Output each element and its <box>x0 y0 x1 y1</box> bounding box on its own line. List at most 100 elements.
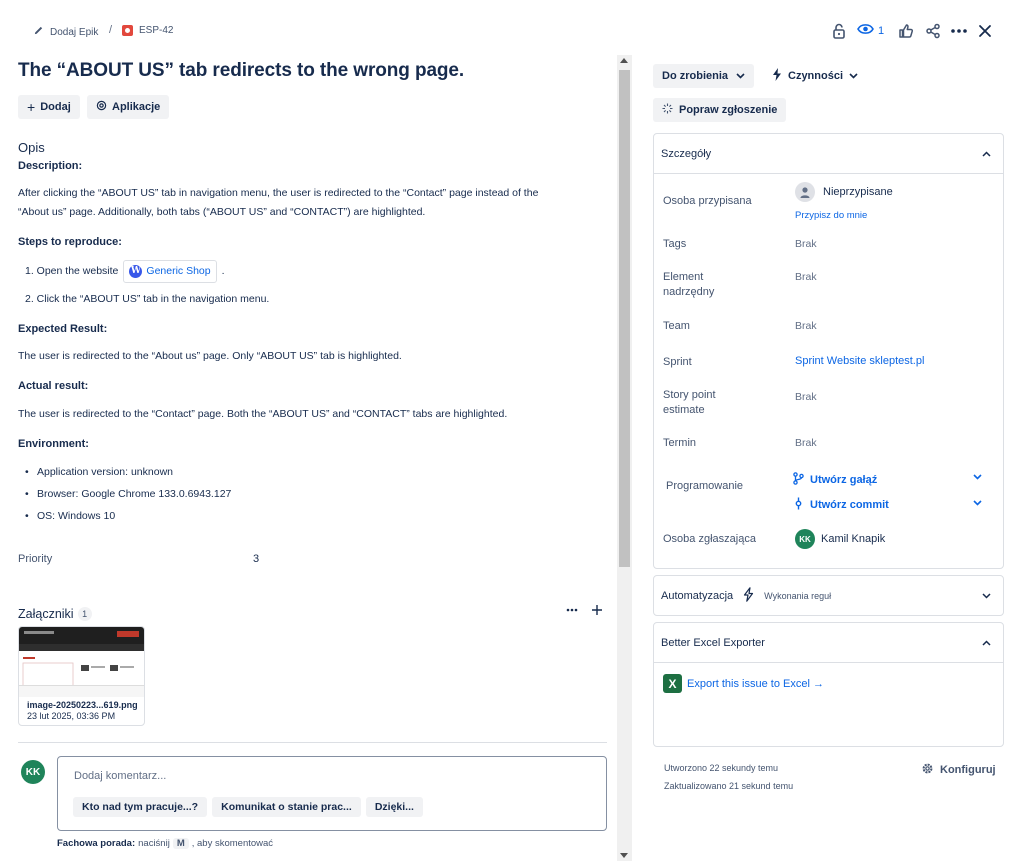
step-1-suffix: . <box>221 265 225 277</box>
step-2: 2. Click the “ABOUT US” tab in the navig… <box>25 293 270 305</box>
thumbs-up-icon[interactable] <box>895 20 917 42</box>
status-dropdown[interactable]: Do zrobienia <box>653 64 755 88</box>
comment-placeholder: Dodaj komentarz... <box>74 770 167 782</box>
scroll-up-arrow-icon[interactable] <box>620 58 628 63</box>
issue-title[interactable]: The “ABOUT US” tab redirects to the wron… <box>18 60 464 82</box>
apps-button[interactable]: Aplikacje <box>87 95 170 119</box>
wordpress-icon: W <box>129 265 143 278</box>
chevron-down-icon[interactable] <box>973 472 982 483</box>
watch-count: 1 <box>878 24 885 37</box>
issue-key-label: ESP-42 <box>139 25 174 36</box>
description-heading: Opis <box>18 140 45 155</box>
tags-label: Tags <box>663 238 687 250</box>
reporter-name: Kamil Knapik <box>821 533 886 545</box>
chevron-down-icon <box>849 70 858 82</box>
parent-label-line-1: Element <box>663 271 704 283</box>
story-points-label: Story point estimate <box>663 388 716 418</box>
lightning-outline-icon <box>743 586 754 605</box>
tip-post: , aby skomentować <box>191 838 274 849</box>
issue-key-link[interactable]: ESP-42 <box>122 25 173 36</box>
steps-label: Steps to reproduce: <box>18 236 122 248</box>
description-line-1: After clicking the “ABOUT US” tab in nav… <box>18 187 539 199</box>
attachment-date: 23 lut 2025, 03:36 PM <box>27 711 116 721</box>
excel-icon: X <box>663 674 682 693</box>
scrollbar[interactable] <box>617 55 632 861</box>
eye-icon <box>857 23 874 38</box>
assignee-value: Nieprzypisane <box>823 186 893 198</box>
assign-to-me-link[interactable]: Przypisz do mnie <box>795 210 867 221</box>
add-epic-link[interactable]: Dodaj Epik <box>33 25 98 39</box>
reporter-field[interactable]: KK Kamil Knapik <box>795 529 885 549</box>
export-to-excel-label: Export this issue to Excel → <box>687 677 824 690</box>
parent-label: Element nadrzędny <box>663 270 714 300</box>
generic-shop-label: Generic Shop <box>146 265 211 277</box>
actual-text: The user is redirected to the “Contact” … <box>18 408 508 420</box>
sprint-label: Sprint <box>663 356 692 368</box>
improve-issue-button[interactable]: Popraw zgłoszenie <box>653 98 787 122</box>
team-value[interactable]: Brak <box>795 320 817 332</box>
create-branch-link[interactable]: Utwórz gałąź <box>793 472 877 488</box>
add-attachment-icon[interactable] <box>591 604 603 619</box>
parent-value[interactable]: Brak <box>795 271 817 283</box>
branch-icon <box>793 472 804 488</box>
chevron-up-icon <box>982 637 991 649</box>
export-to-excel-link[interactable]: X Export this issue to Excel → <box>663 674 824 693</box>
step-1: 1. Open the website W Generic Shop . <box>25 260 225 283</box>
configure-button[interactable]: Konfiguruj <box>921 762 996 778</box>
attachments-heading: Załączniki 1 <box>18 607 92 621</box>
expected-label: Expected Result: <box>18 323 108 335</box>
create-commit-link[interactable]: Utwórz commit <box>793 497 889 513</box>
reporter-label: Osoba zgłaszająca <box>663 533 756 545</box>
suggestion-button[interactable]: Kto nad tym pracuje...? <box>73 797 208 817</box>
env-item: Application version: unknown <box>25 463 173 482</box>
close-icon[interactable] <box>974 20 996 42</box>
lightning-icon <box>772 68 782 84</box>
create-commit-label: Utwórz commit <box>810 499 889 511</box>
attachments-more-icon[interactable] <box>566 603 580 619</box>
sprint-link[interactable]: Sprint Website skleptest.pl <box>795 355 924 367</box>
user-icon <box>795 182 815 202</box>
assignee-label: Osoba przypisana <box>663 195 752 207</box>
comment-input[interactable]: Dodaj komentarz... Kto nad tym pracuje..… <box>57 756 607 831</box>
actual-label: Actual result: <box>18 380 89 392</box>
priority-label: Priority <box>18 553 53 565</box>
lock-icon[interactable] <box>828 20 850 42</box>
add-epic-label: Dodaj Epik <box>50 26 99 38</box>
story-points-value[interactable]: Brak <box>795 391 817 403</box>
rule-executions-label: Wykonania reguł <box>764 590 832 601</box>
add-button[interactable]: + Dodaj <box>18 95 80 119</box>
apps-button-label: Aplikacje <box>112 101 161 113</box>
watch-button[interactable]: 1 <box>857 23 884 38</box>
actions-dropdown[interactable]: Czynności <box>766 64 864 88</box>
scrollbar-thumb[interactable] <box>619 70 630 567</box>
tip-key: M <box>172 838 189 849</box>
due-date-value[interactable]: Brak <box>795 437 817 449</box>
configure-label: Konfiguruj <box>940 764 996 776</box>
excel-exporter-panel: Better Excel Exporter X Export this issu… <box>653 622 1004 747</box>
scroll-down-arrow-icon[interactable] <box>620 853 628 858</box>
chevron-down-icon <box>982 590 991 602</box>
excel-exporter-header[interactable]: Better Excel Exporter <box>654 623 1003 663</box>
chevron-down-icon[interactable] <box>973 498 982 509</box>
share-icon[interactable] <box>922 20 944 42</box>
suggestion-button[interactable]: Dzięki... <box>365 797 423 817</box>
tags-value[interactable]: Brak <box>795 238 817 250</box>
chevron-up-icon <box>982 148 991 160</box>
description-line-2: “About us” page. Additionally, both tabs… <box>18 206 426 218</box>
sparkle-icon <box>662 103 673 117</box>
details-panel: Szczegóły Osoba przypisana Nieprzypisane… <box>653 133 1004 569</box>
attachment-file-name: image-20250223...619.png <box>27 700 138 710</box>
assignee-field[interactable]: Nieprzypisane <box>795 182 893 202</box>
more-actions-icon[interactable] <box>948 20 970 42</box>
chevron-down-icon <box>736 70 745 82</box>
automation-title: Automatyzacja <box>661 589 734 602</box>
priority-value[interactable]: 3 <box>253 553 259 565</box>
suggestion-button[interactable]: Komunikat o stanie prac... <box>212 797 361 817</box>
environment-label: Environment: <box>18 438 89 450</box>
details-header[interactable]: Szczegóły <box>654 134 1003 174</box>
attachment-card[interactable]: image-20250223...619.png 23 lut 2025, 03… <box>18 626 145 726</box>
automation-panel[interactable]: Automatyzacja Wykonania reguł <box>653 575 1004 616</box>
generic-shop-link[interactable]: W Generic Shop <box>123 260 217 283</box>
commit-icon <box>793 497 804 513</box>
env-item: OS: Windows 10 <box>25 507 115 526</box>
